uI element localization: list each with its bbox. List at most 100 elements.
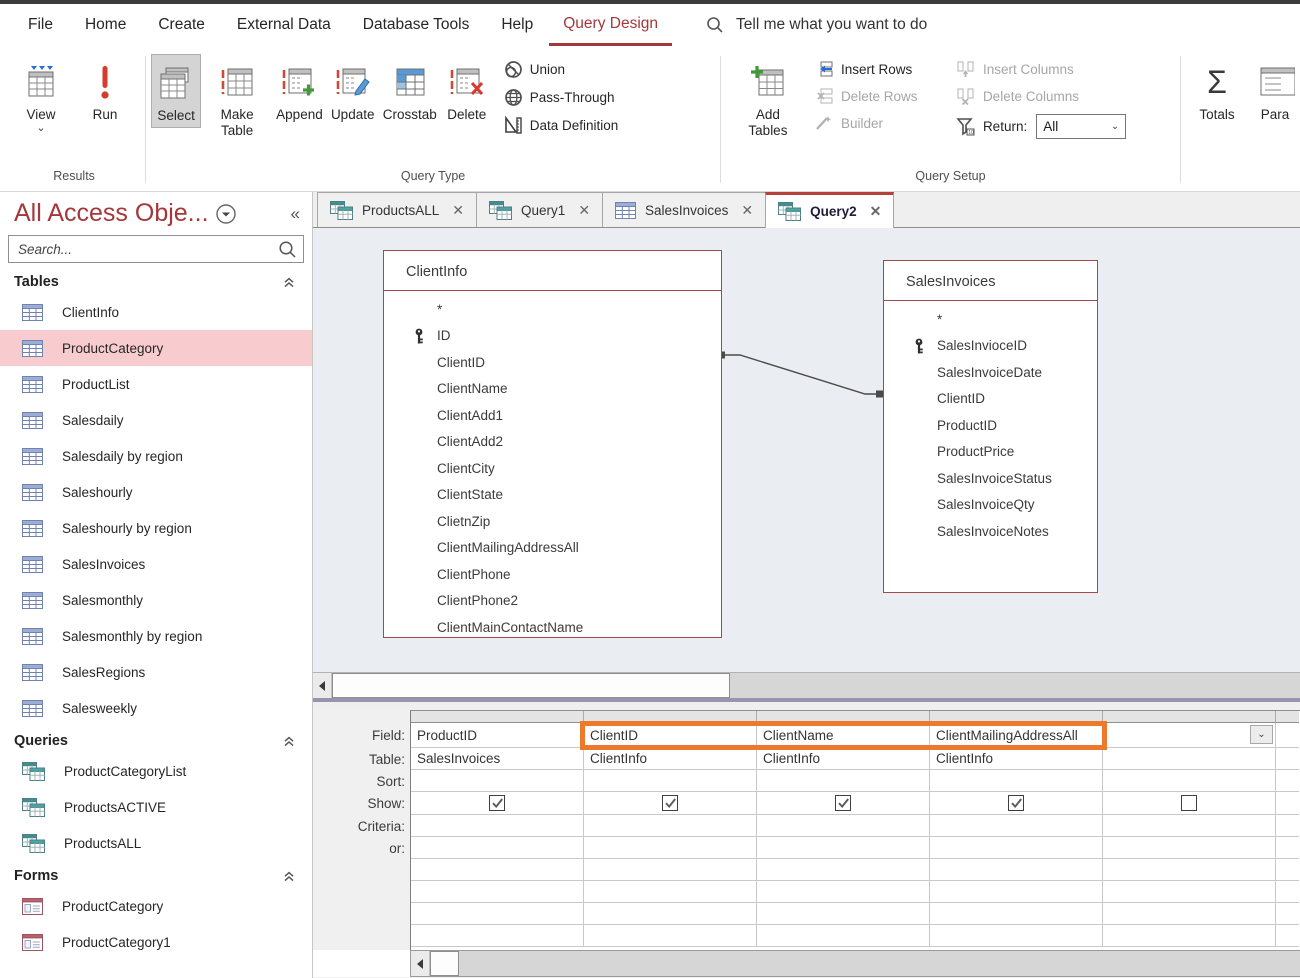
menu-file[interactable]: File xyxy=(12,4,69,46)
scrollbar-thumb[interactable] xyxy=(430,951,459,976)
menu-external-data[interactable]: External Data xyxy=(221,4,347,46)
table-cell[interactable]: ClientInfo xyxy=(757,748,930,770)
empty-cell[interactable] xyxy=(1103,881,1276,903)
tab-query2[interactable]: Query2✕ xyxy=(765,192,894,228)
field-dropdown-button[interactable]: ⌄ xyxy=(1250,725,1273,744)
empty-cell[interactable] xyxy=(411,881,584,903)
field-item-clientadd1[interactable]: ClientAdd1 xyxy=(384,402,721,429)
nav-item-tables-salesmonthly[interactable]: Salesmonthly xyxy=(0,582,312,618)
nav-item-tables-salesinvoices[interactable]: SalesInvoices xyxy=(0,546,312,582)
scroll-left-button[interactable] xyxy=(411,951,430,976)
field-item-clientid[interactable]: ClientID xyxy=(384,349,721,376)
or-cell[interactable] xyxy=(757,837,930,859)
field-item-[interactable]: * xyxy=(384,296,721,323)
empty-cell[interactable] xyxy=(757,925,930,947)
close-tab-icon[interactable]: ✕ xyxy=(452,202,464,219)
field-item-clientphone2[interactable]: ClientPhone2 xyxy=(384,588,721,615)
parameters-button[interactable]: Para xyxy=(1250,54,1300,126)
section-header-queries[interactable]: Queries xyxy=(0,726,312,753)
field-item-productid[interactable]: ProductID xyxy=(884,412,1097,439)
nav-item-tables-salesmonthly-by-region[interactable]: Salesmonthly by region xyxy=(0,618,312,654)
empty-cell[interactable] xyxy=(584,859,757,881)
empty-cell[interactable] xyxy=(1103,859,1276,881)
field-item-clietnzip[interactable]: ClietnZip xyxy=(384,508,721,535)
empty-cell[interactable] xyxy=(757,881,930,903)
empty-cell[interactable] xyxy=(1276,925,1299,947)
nav-pane-menu-button[interactable] xyxy=(215,203,237,225)
view-button[interactable]: View ⌄ xyxy=(16,54,66,136)
column-selector[interactable] xyxy=(411,711,584,723)
grid-horizontal-scrollbar[interactable] xyxy=(410,950,1300,977)
sort-cell[interactable] xyxy=(411,770,584,792)
add-tables-button[interactable]: Add Tables xyxy=(734,54,802,142)
field-item-clientid[interactable]: ClientID xyxy=(884,386,1097,413)
show-cell[interactable] xyxy=(930,792,1103,815)
sort-cell[interactable] xyxy=(584,770,757,792)
or-cell[interactable] xyxy=(930,837,1103,859)
empty-cell[interactable] xyxy=(930,925,1103,947)
field-cell[interactable]: ClientMailingAddressAll xyxy=(930,723,1103,748)
criteria-cell[interactable] xyxy=(757,815,930,837)
nav-item-tables-saleshourly-by-region[interactable]: Saleshourly by region xyxy=(0,510,312,546)
nav-search-box[interactable]: Search... xyxy=(8,235,304,263)
menu-home[interactable]: Home xyxy=(69,4,142,46)
nav-item-queries-productsall[interactable]: ProductsALL xyxy=(0,825,312,861)
show-checkbox-checked[interactable] xyxy=(835,795,851,811)
field-item-[interactable]: * xyxy=(884,306,1097,333)
empty-cell[interactable] xyxy=(930,859,1103,881)
nav-item-tables-productcategory[interactable]: ProductCategory xyxy=(0,330,312,366)
column-selector[interactable] xyxy=(584,711,757,723)
nav-item-tables-saleshourly[interactable]: Saleshourly xyxy=(0,474,312,510)
show-checkbox-checked[interactable] xyxy=(662,795,678,811)
diagram-horizontal-scrollbar[interactable] xyxy=(313,672,1300,698)
empty-cell[interactable] xyxy=(757,903,930,925)
empty-cell[interactable] xyxy=(584,925,757,947)
menu-create[interactable]: Create xyxy=(142,4,221,46)
nav-item-tables-salesdaily-by-region[interactable]: Salesdaily by region xyxy=(0,438,312,474)
field-item-salesinvoicedate[interactable]: SalesInvoiceDate xyxy=(884,359,1097,386)
menu-help[interactable]: Help xyxy=(485,4,549,46)
section-header-forms[interactable]: Forms xyxy=(0,861,312,888)
field-item-clientphone[interactable]: ClientPhone xyxy=(384,561,721,588)
field-cell[interactable]: ProductID xyxy=(411,723,584,748)
delete-columns-button[interactable]: Delete Columns xyxy=(956,87,1164,105)
pass-through-button[interactable]: Pass-Through xyxy=(504,88,619,107)
tab-salesinvoices[interactable]: SalesInvoices✕ xyxy=(602,192,766,227)
close-tab-icon[interactable]: ✕ xyxy=(870,203,882,220)
empty-cell[interactable] xyxy=(1103,925,1276,947)
criteria-cell[interactable] xyxy=(1276,815,1299,837)
sort-cell[interactable] xyxy=(757,770,930,792)
field-cell[interactable]: ClientID xyxy=(584,723,757,748)
column-selector[interactable] xyxy=(930,711,1103,723)
crosstab-button[interactable]: Crosstab xyxy=(380,54,440,126)
menu-query-design[interactable]: Query Design xyxy=(549,4,672,46)
criteria-cell[interactable] xyxy=(411,815,584,837)
query-design-grid[interactable]: ProductIDClientIDClientNameClientMailing… xyxy=(410,710,1300,950)
field-item-id[interactable]: ID xyxy=(384,323,721,350)
nav-item-forms-productcategory[interactable]: ProductCategory xyxy=(0,888,312,924)
append-button[interactable]: Append xyxy=(273,54,326,126)
or-cell[interactable] xyxy=(1103,837,1276,859)
table-cell[interactable]: SalesInvoices xyxy=(411,748,584,770)
empty-cell[interactable] xyxy=(584,881,757,903)
empty-cell[interactable] xyxy=(757,859,930,881)
sort-cell[interactable] xyxy=(1276,770,1299,792)
shutter-bar-collapse-button[interactable]: « xyxy=(291,204,300,224)
make-table-button[interactable]: Make Table xyxy=(203,54,271,142)
builder-button[interactable]: Builder xyxy=(814,114,940,132)
field-cell[interactable]: ClientName xyxy=(757,723,930,748)
column-selector[interactable] xyxy=(1103,711,1276,723)
field-cell[interactable] xyxy=(1276,723,1299,748)
sort-cell[interactable] xyxy=(1103,770,1276,792)
nav-item-tables-clientinfo[interactable]: ClientInfo xyxy=(0,294,312,330)
delete-rows-button[interactable]: Delete Rows xyxy=(814,87,940,105)
show-checkbox[interactable] xyxy=(1181,795,1197,811)
field-item-clientstate[interactable]: ClientState xyxy=(384,482,721,509)
select-query-button[interactable]: Select xyxy=(151,54,201,128)
field-item-clientmaincontactname[interactable]: ClientMainContactName xyxy=(384,614,721,641)
totals-button[interactable]: Σ Totals xyxy=(1192,54,1242,126)
or-cell[interactable] xyxy=(1276,837,1299,859)
nav-item-tables-salesweekly[interactable]: Salesweekly xyxy=(0,690,312,726)
criteria-cell[interactable] xyxy=(930,815,1103,837)
insert-rows-button[interactable]: Insert Rows xyxy=(814,60,940,78)
